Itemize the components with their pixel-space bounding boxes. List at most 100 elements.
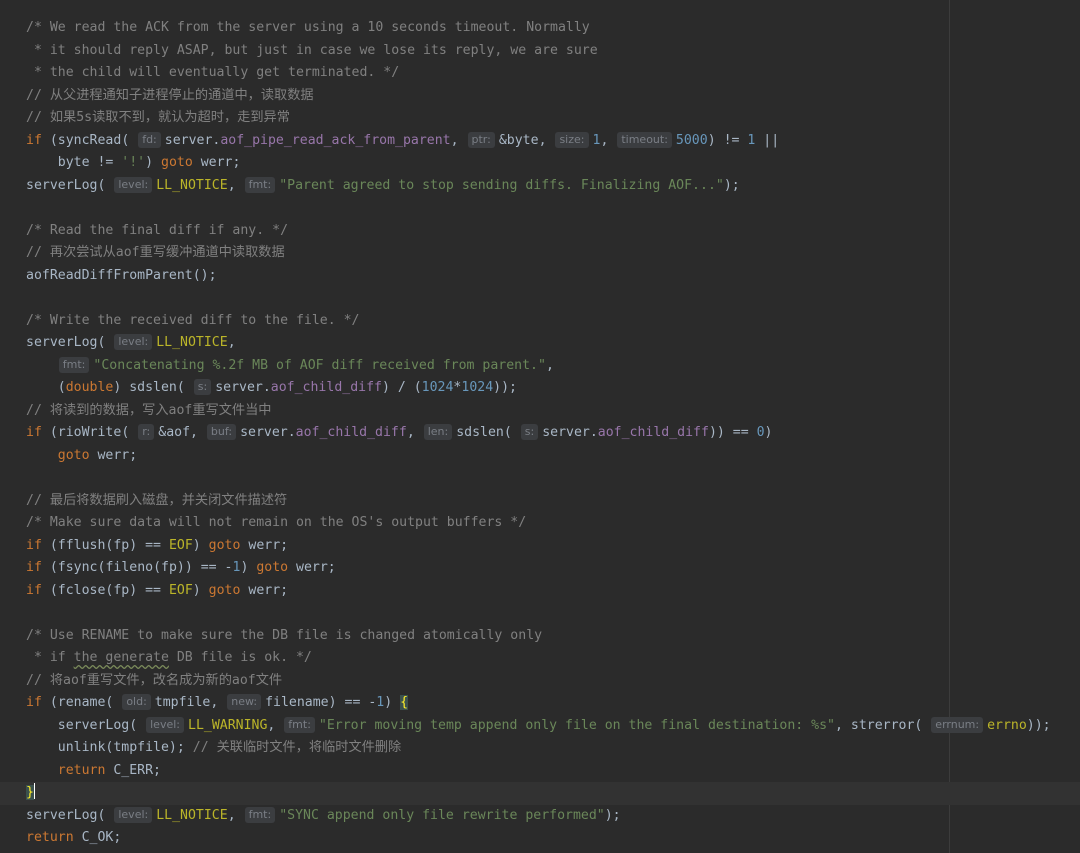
punctuation-token: ): [145, 155, 162, 170]
function-name-token: serverLog: [26, 807, 98, 823]
parameter-hint: errnum:: [931, 716, 984, 733]
punctuation-token: .: [262, 380, 271, 395]
punctuation-token: C_OK;: [73, 830, 122, 845]
punctuation-token: ): [192, 537, 209, 553]
punctuation-token: werr;: [192, 155, 241, 170]
code-line[interactable]: }: [0, 782, 1080, 805]
punctuation-token: ) !=: [707, 132, 748, 148]
parameter-hint: new:: [227, 694, 262, 710]
punctuation-token: C_ERR;: [105, 762, 161, 778]
punctuation-token: .: [287, 425, 296, 440]
parameter-hint: old:: [122, 694, 151, 710]
identifier-token: server: [542, 425, 590, 440]
punctuation-token: ,: [406, 425, 423, 440]
code-line[interactable]: /* Use RENAME to make sure the DB file i…: [26, 625, 1080, 648]
comment-token: /* Write the received diff to the file. …: [26, 312, 360, 328]
comment-token: // 关联临时文件，将临时文件删除: [192, 740, 402, 755]
code-area[interactable]: /* We read the ACK from the server using…: [0, 17, 1080, 850]
code-line[interactable]: (double) sdslen( s: server.aof_child_diff…: [26, 377, 1080, 400]
code-line[interactable]: * it should reply ASAP, but just in case…: [26, 40, 1080, 63]
function-name-token: fclose: [57, 582, 106, 598]
code-line[interactable]: [26, 197, 1080, 220]
code-line[interactable]: if (syncRead( fd: server.aof_pipe_read_ac…: [26, 130, 1080, 153]
code-line[interactable]: // 将读到的数据，写入aof重写文件当中: [26, 400, 1080, 423]
punctuation-token: !=: [89, 155, 122, 170]
code-line[interactable]: serverLog( level: LL_NOTICE,: [26, 332, 1080, 355]
code-line[interactable]: [26, 602, 1080, 625]
code-line[interactable]: serverLog( level: LL_WARNING, fmt: "Error …: [26, 715, 1080, 738]
code-line[interactable]: [26, 467, 1080, 490]
punctuation-token: ) == -: [328, 695, 377, 710]
punctuation-token: (: [26, 380, 66, 395]
code-line[interactable]: // 将aof重写文件，改名成为新的aof文件: [26, 670, 1080, 693]
code-line[interactable]: if (rename( old: tmpfile, new: filename) =…: [26, 692, 1080, 715]
macro-token: LL_NOTICE: [156, 177, 228, 193]
code-editor[interactable]: /* We read the ACK from the server using…: [0, 0, 1080, 853]
code-line[interactable]: goto werr;: [26, 445, 1080, 468]
code-line[interactable]: aofReadDiffFromParent();: [26, 265, 1080, 288]
string-token: "Concatenating %.2f MB of AOF diff recei…: [93, 357, 546, 373]
code-line[interactable]: * the child will eventually get terminat…: [26, 62, 1080, 85]
code-line[interactable]: /* Write the received diff to the file. …: [26, 310, 1080, 333]
code-line[interactable]: /* We read the ACK from the server using…: [26, 17, 1080, 40]
punctuation-token: ): [113, 380, 130, 395]
code-line[interactable]: /* Make sure data will not remain on the…: [26, 512, 1080, 535]
parameter-hint: level:: [114, 176, 153, 193]
punctuation-token: (: [121, 132, 138, 148]
punctuation-token: (: [49, 537, 58, 553]
code-line[interactable]: fmt: "Concatenating %.2f MB of AOF diff r…: [26, 355, 1080, 378]
parameter-hint: size:: [555, 131, 589, 148]
punctuation-token: ): [192, 582, 209, 598]
code-line[interactable]: serverLog( level: LL_NOTICE, fmt: "Parent …: [26, 175, 1080, 198]
code-line[interactable]: if (fclose(fp) == EOF) goto werr;: [26, 580, 1080, 603]
code-line[interactable]: if (fsync(fileno(fp)) == -1) goto werr;: [26, 557, 1080, 580]
comment-token: * the child will eventually get terminat…: [26, 65, 400, 80]
comment-token: the generate: [73, 650, 169, 665]
punctuation-token: (: [503, 425, 520, 440]
code-line[interactable]: unlink(tmpfile); // 关联临时文件，将临时文件删除: [26, 737, 1080, 760]
punctuation-token: )) ==: [708, 425, 757, 440]
code-line[interactable]: byte != '!') goto werr;: [26, 152, 1080, 175]
punctuation-token: [26, 718, 58, 733]
string-token: "SYNC append only file rewrite performed…: [279, 807, 605, 823]
function-name-token: serverLog: [57, 717, 130, 733]
function-name-token: fsync: [57, 560, 98, 575]
code-line[interactable]: [26, 287, 1080, 310]
punctuation-token: (: [176, 380, 193, 395]
parameter-hint: len:: [423, 424, 453, 440]
code-line[interactable]: // 从父进程通知子进程停止的通道中，读取数据: [26, 85, 1080, 108]
code-line[interactable]: if (fflush(fp) == EOF) goto werr;: [26, 535, 1080, 558]
comment-token: /* Read the final diff if any. */: [26, 222, 289, 238]
punctuation-token: (: [49, 132, 58, 148]
comment-token: // 从父进程通知子进程停止的通道中，读取数据: [26, 87, 314, 103]
keyword-token: goto: [208, 582, 241, 598]
code-line[interactable]: /* Read the final diff if any. */: [26, 220, 1080, 243]
punctuation-token: werr;: [240, 537, 289, 553]
code-line[interactable]: // 再次尝试从aof重写缓冲通道中读取数据: [26, 242, 1080, 265]
keyword-token: if: [26, 560, 50, 575]
identifier-token: tmpfile: [154, 695, 211, 710]
code-line[interactable]: // 如果5s读取不到，就认为超时，走到异常: [26, 107, 1080, 130]
code-line[interactable]: // 最后将数据刷入磁盘，并关闭文件描述符: [26, 490, 1080, 513]
punctuation-token: (: [97, 335, 114, 350]
punctuation-token: (: [49, 425, 58, 440]
punctuation-token: ,: [267, 717, 284, 733]
punctuation-token: [26, 740, 58, 755]
punctuation-token: [26, 763, 58, 778]
string-token: "Parent agreed to stop sending diffs. Fi…: [279, 177, 724, 193]
punctuation-token: ,: [450, 132, 467, 148]
punctuation-token: ,: [834, 717, 851, 733]
keyword-token: if: [26, 695, 50, 710]
code-line[interactable]: return C_ERR;: [26, 760, 1080, 783]
punctuation-token: (: [49, 560, 58, 575]
code-line[interactable]: if (rioWrite( r: &aof, buf: server.aof_chi…: [26, 422, 1080, 445]
identifier-token: server: [164, 132, 213, 148]
parameter-hint: fmt:: [244, 176, 276, 193]
code-line[interactable]: serverLog( level: LL_NOTICE, fmt: "SYNC ap…: [26, 805, 1080, 828]
function-name-token: strerror: [850, 717, 915, 733]
parameter-hint: ptr:: [467, 131, 495, 148]
identifier-token: server: [215, 380, 263, 395]
code-line[interactable]: return C_OK;: [26, 827, 1080, 850]
code-line[interactable]: * if the generate DB file is ok. */: [26, 647, 1080, 670]
parameter-hint: fd:: [138, 131, 161, 148]
